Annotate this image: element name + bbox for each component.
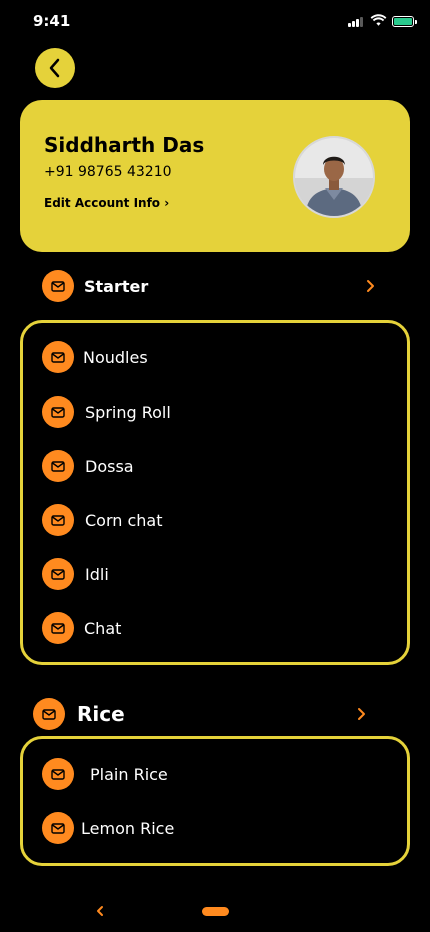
profile-phone: +91 98765 43210 [44,164,172,180]
mail-icon [51,622,65,634]
item-badge [42,812,74,844]
home-indicator[interactable] [202,907,229,916]
mail-icon [51,568,65,580]
mail-icon [51,406,65,418]
list-item[interactable]: Dossa [42,450,134,482]
item-label: Spring Roll [85,402,171,422]
chevron-right-icon[interactable] [357,707,367,721]
edit-account-info-link[interactable]: Edit Account Info › [44,196,169,210]
status-bar: 9:41 [0,0,430,44]
item-label: Plain Rice [90,764,168,784]
mail-icon [51,514,65,526]
list-item[interactable]: Corn chat [42,504,163,536]
mail-icon [51,822,65,834]
item-label: Corn chat [85,510,163,530]
mail-icon [51,768,65,780]
profile-name: Siddharth Das [44,133,205,157]
item-label: Lemon Rice [81,818,175,838]
back-button[interactable] [35,48,75,88]
person-avatar-icon [295,138,373,216]
section-header-rice[interactable]: Rice [33,698,125,730]
wifi-icon [370,14,387,26]
item-badge [42,504,74,536]
section-header-starter[interactable]: Starter [42,270,148,302]
rice-items-box [20,736,410,866]
item-badge [42,758,74,790]
status-time: 9:41 [33,12,71,30]
chevron-right-icon[interactable] [366,279,376,293]
profile-card: Siddharth Das +91 98765 43210 Edit Accou… [20,100,410,252]
item-badge [42,558,74,590]
list-item[interactable]: Noudles [42,341,148,373]
nav-back-icon[interactable] [94,904,106,918]
section-title: Starter [84,276,149,296]
item-label: Dossa [85,456,134,476]
section-badge [33,698,65,730]
item-label: Noudles [83,347,148,367]
mail-icon [51,351,65,363]
item-badge [42,396,74,428]
list-item[interactable]: Chat [42,612,121,644]
mail-icon [51,280,65,292]
mail-icon [51,460,65,472]
battery-icon [392,16,417,27]
mail-icon [42,708,56,720]
item-badge [42,450,74,482]
item-label: Idli [85,564,109,584]
list-item[interactable]: Lemon Rice [42,812,174,844]
cellular-signal-icon [348,16,363,27]
list-item[interactable]: Spring Roll [42,396,171,428]
avatar[interactable] [293,136,375,218]
section-badge [42,270,74,302]
list-item[interactable]: Plain Rice [42,758,168,790]
list-item[interactable]: Idli [42,558,109,590]
item-badge [42,612,74,644]
item-label: Chat [84,618,122,638]
chevron-left-icon [49,58,60,78]
item-badge [42,341,74,373]
section-title: Rice [77,702,125,726]
